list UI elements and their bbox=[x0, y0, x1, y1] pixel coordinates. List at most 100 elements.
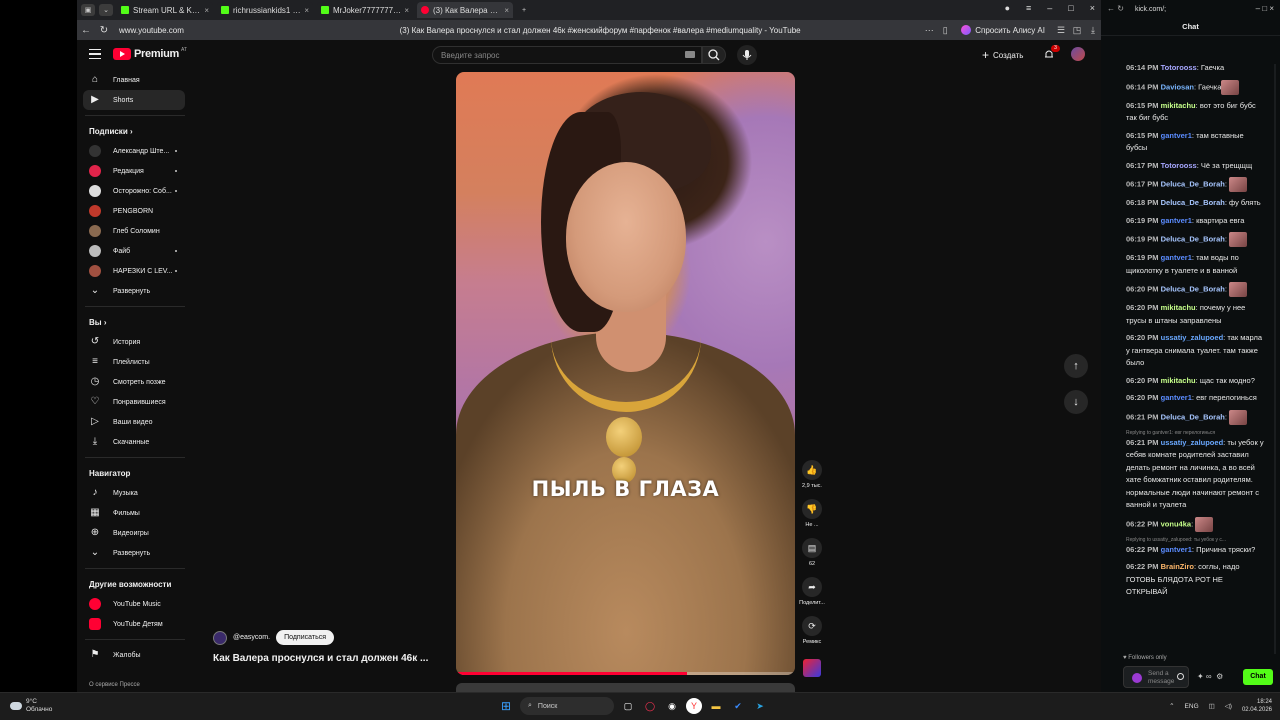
window-controls[interactable]: – □ × bbox=[1256, 4, 1274, 13]
subscribe-button[interactable]: Подписаться bbox=[276, 630, 335, 645]
sidebar-item-shorts[interactable]: ▶ Shorts bbox=[83, 90, 185, 110]
sidebar-subscription[interactable]: Осторожно: Соб... bbox=[77, 181, 193, 201]
chat-send-button[interactable]: Chat bbox=[1243, 669, 1273, 685]
chat-username[interactable]: Daviosan bbox=[1161, 82, 1194, 91]
chat-username[interactable]: gantver1 bbox=[1161, 131, 1192, 140]
sidebar-item-music[interactable]: ♪ Музыка bbox=[77, 483, 193, 503]
chat-username[interactable]: gantver1 bbox=[1161, 216, 1192, 225]
chat-username[interactable]: gantver1 bbox=[1161, 253, 1192, 262]
video-progress-bar[interactable] bbox=[456, 672, 795, 675]
tray-expand-icon[interactable]: ⌃ bbox=[1169, 702, 1174, 710]
sidebar-item-youtube-kids[interactable]: YouTube Детям bbox=[77, 614, 193, 634]
clock[interactable]: 18:24 02.04.2026 bbox=[1242, 698, 1272, 714]
sidebar-item-watch-later[interactable]: ◷ Смотреть позже bbox=[77, 372, 193, 392]
remix-button[interactable]: ⟳ Ремикс bbox=[797, 616, 827, 655]
tab-list-button[interactable]: ⌄ bbox=[99, 4, 113, 16]
chat-username[interactable]: mikitachu bbox=[1161, 376, 1196, 385]
back-icon[interactable]: ← ↻ bbox=[1107, 4, 1124, 13]
tab-close-icon[interactable]: × bbox=[204, 6, 209, 15]
voice-search-button[interactable] bbox=[737, 45, 757, 65]
tab-kick-richrussiankids[interactable]: richrussiankids1 Stream - × bbox=[217, 2, 313, 18]
network-icon[interactable]: ◫ bbox=[1209, 702, 1215, 710]
chat-username[interactable]: Deluca_De_Borah bbox=[1161, 284, 1225, 293]
sound-thumbnail[interactable] bbox=[803, 659, 821, 677]
sidebar-footer-links[interactable]: О сервисе Прессе bbox=[89, 682, 140, 688]
previous-short-button[interactable]: ↑ bbox=[1064, 354, 1088, 378]
reload-icon[interactable]: ↻ bbox=[95, 25, 113, 36]
maximize-icon[interactable]: □ bbox=[1068, 3, 1073, 13]
keyboard-icon[interactable] bbox=[685, 51, 695, 58]
profile-icon[interactable]: ● bbox=[1005, 3, 1010, 13]
sidebar-subscription[interactable]: Александр Ште... bbox=[77, 141, 193, 161]
sidebar-item-movies[interactable]: ▦ Фильмы bbox=[77, 503, 193, 523]
chat-username[interactable]: Deluca_De_Borah bbox=[1161, 179, 1225, 188]
chat-username[interactable]: Totorooss bbox=[1161, 161, 1197, 170]
avatar[interactable] bbox=[1071, 47, 1085, 61]
search-button[interactable] bbox=[702, 46, 726, 64]
sidebar-expand-navigator[interactable]: ⌄ Развернуть bbox=[77, 543, 193, 563]
chat-username[interactable]: Deluca_De_Borah bbox=[1161, 198, 1225, 207]
channel-name[interactable]: @easycom. bbox=[233, 634, 270, 641]
chat-username[interactable]: Deluca_De_Borah bbox=[1161, 412, 1225, 421]
sidebar-item-gaming[interactable]: ⊕ Видеоигры bbox=[77, 523, 193, 543]
sidebar-item-home[interactable]: ⌂ Главная bbox=[77, 70, 193, 90]
sidebar-item-playlists[interactable]: ≡ Плейлисты bbox=[77, 352, 193, 372]
sidebar-item-history[interactable]: ↺ История bbox=[77, 332, 193, 352]
menu-icon[interactable]: ≡ bbox=[1026, 3, 1031, 13]
telegram-icon[interactable]: ➤ bbox=[752, 698, 768, 714]
minimize-icon[interactable]: – bbox=[1047, 3, 1052, 13]
sidebar-item-youtube-music[interactable]: YouTube Music bbox=[77, 594, 193, 614]
sidebar-subscription[interactable]: НАРЕЗКИ С LEV... bbox=[77, 261, 193, 281]
kick-url[interactable]: kick.com/; bbox=[1101, 0, 1280, 18]
sidebar-item-your-videos[interactable]: ▷ Ваши видео bbox=[77, 412, 193, 432]
tab-kick-mrjoker[interactable]: MrJoker7777777 Stream - × bbox=[317, 2, 413, 18]
next-short-button[interactable]: ↓ bbox=[1064, 390, 1088, 414]
sidebar-subscription[interactable]: PENGBORN bbox=[77, 201, 193, 221]
chat-reply-reference[interactable]: Replying to ussatiy_zalupoed: ты уебок у… bbox=[1126, 537, 1266, 544]
video-title[interactable]: Как Валера проснулся и стал должен 46к .… bbox=[213, 653, 453, 664]
volume-icon[interactable]: ◁) bbox=[1225, 702, 1232, 710]
weather-widget[interactable]: 9°C Облачно bbox=[10, 698, 52, 714]
you-header[interactable]: Вы › bbox=[77, 312, 193, 332]
taskbar-search[interactable]: ⌕ Поиск bbox=[520, 697, 614, 715]
bookmark-icon[interactable]: ▯ bbox=[937, 25, 953, 36]
tab-actions-button[interactable]: ▣ bbox=[81, 4, 95, 16]
more-icon[interactable]: ⋯ bbox=[921, 25, 937, 36]
folder-icon[interactable]: ▬ bbox=[708, 698, 724, 714]
chat-username[interactable]: vonu4ka bbox=[1161, 519, 1191, 528]
sidebar-subscription[interactable]: Глеб Соломин bbox=[77, 221, 193, 241]
tab-close-icon[interactable]: × bbox=[504, 6, 509, 15]
tasks-icon[interactable]: ✔ bbox=[730, 698, 746, 714]
screenshot-icon[interactable]: ◳ bbox=[1069, 25, 1085, 36]
dislike-button[interactable]: 👎 Не ... bbox=[797, 499, 827, 538]
chat-username[interactable]: Totorooss bbox=[1161, 63, 1197, 72]
tab-close-icon[interactable]: × bbox=[304, 6, 309, 15]
sidebar-item-liked[interactable]: ♡ Понравившиеся bbox=[77, 392, 193, 412]
tab-close-icon[interactable]: × bbox=[404, 6, 409, 15]
comments-button[interactable]: ▤ 62 bbox=[797, 538, 827, 577]
chat-username[interactable]: BrainZiro bbox=[1161, 562, 1194, 571]
sidebar-expand[interactable]: ⌄ Развернуть bbox=[77, 281, 193, 301]
emote-picker-icon[interactable] bbox=[1132, 673, 1142, 683]
task-view-icon[interactable]: ▢ bbox=[620, 698, 636, 714]
create-button[interactable]: + Создать bbox=[982, 47, 1023, 63]
alice-button[interactable]: Спросить Алису AI bbox=[953, 25, 1053, 35]
language-indicator[interactable]: ENG bbox=[1185, 703, 1199, 710]
sidebar-item-report[interactable]: ⚑ Жалобы bbox=[77, 645, 193, 665]
next-short-preview[interactable] bbox=[456, 683, 795, 692]
chat-username[interactable]: gantver1 bbox=[1161, 545, 1192, 554]
obs-icon[interactable]: ◉ bbox=[664, 698, 680, 714]
chat-tool-icons[interactable]: ✦ ∞ ⚙ bbox=[1197, 672, 1223, 681]
sidebar-subscription[interactable]: Редакция bbox=[77, 161, 193, 181]
close-icon[interactable]: × bbox=[1090, 3, 1095, 13]
tab-youtube[interactable]: (3) Как Валера прос × bbox=[417, 2, 513, 18]
channel-avatar[interactable] bbox=[213, 630, 227, 645]
opera-icon[interactable]: ◯ bbox=[642, 698, 658, 714]
smile-icon[interactable] bbox=[1177, 673, 1184, 680]
back-icon[interactable]: ← bbox=[77, 25, 95, 36]
like-button[interactable]: 👍 2,9 тыс. bbox=[797, 460, 827, 499]
menu-burger-icon[interactable] bbox=[89, 49, 101, 59]
yandex-browser-icon[interactable]: Y bbox=[686, 698, 702, 714]
chat-username[interactable]: ussatiy_zalupoed bbox=[1161, 438, 1224, 447]
chat-username[interactable]: ussatiy_zalupoed bbox=[1161, 333, 1224, 342]
